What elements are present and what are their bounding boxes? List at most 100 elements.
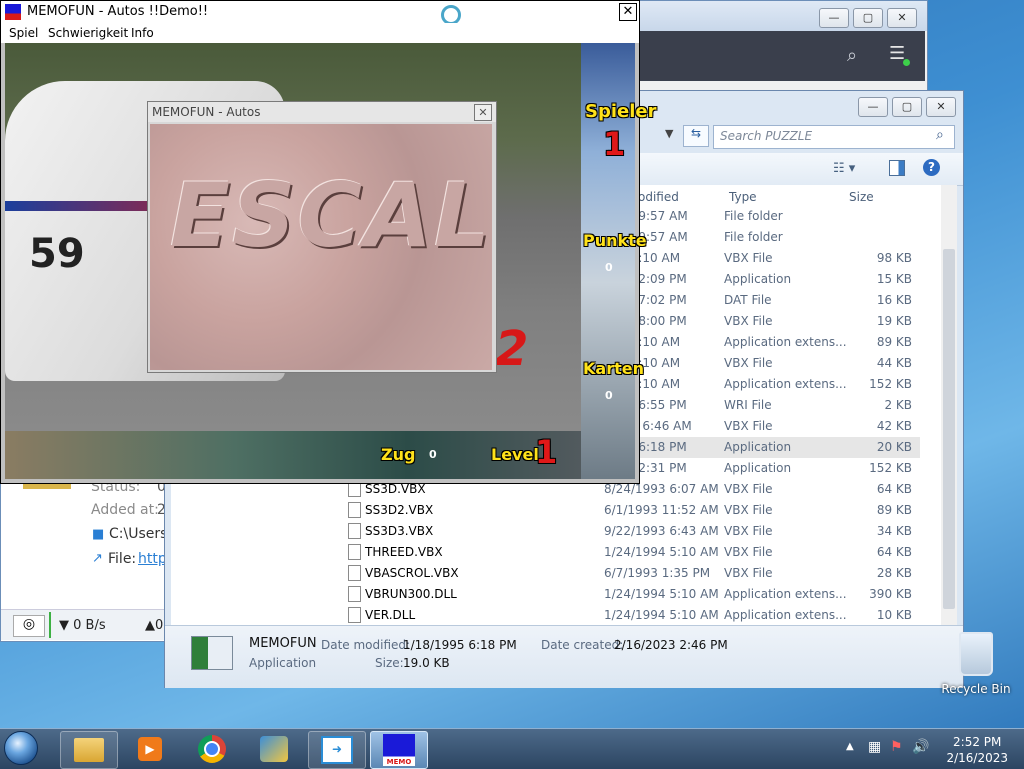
recycle-bin[interactable]: Recycle Bin	[940, 630, 1012, 700]
file-size: 152 KB	[869, 461, 912, 475]
file-type: Application extens...	[724, 377, 847, 391]
speed-limit-icon[interactable]: ◎	[13, 615, 45, 637]
table-row[interactable]: VBASCROL.VBX 6/7/1993 1:35 PM VBX File 28 K…	[346, 563, 920, 584]
file-name: VER.DLL	[365, 608, 416, 622]
game-title: MEMOFUN - Autos !!Demo!!	[27, 4, 209, 19]
file-label: File:	[108, 551, 137, 567]
scrollbar[interactable]	[941, 185, 957, 625]
taskbar-memofun[interactable]: MEMO	[370, 731, 428, 769]
close-button[interactable]: ✕	[887, 8, 917, 28]
zug-value: 0	[429, 448, 437, 461]
memofun-icon: MEMO	[383, 734, 415, 766]
online-dot-icon	[903, 59, 910, 66]
file-type: VBX File	[724, 545, 773, 559]
file-size: 152 KB	[869, 377, 912, 391]
punkte-value: 0	[605, 261, 613, 274]
upload-speed: ▲0	[145, 618, 164, 633]
external-link-icon: ↗	[92, 551, 103, 566]
file-type: File folder	[724, 209, 783, 223]
punkte-label: Punkte	[583, 231, 647, 250]
close-button[interactable]: ✕	[926, 97, 956, 117]
table-row[interactable]: SS3D3.VBX 9/22/1993 6:43 AM VBX File 34 KB	[346, 521, 920, 542]
file-name: SS3D2.VBX	[365, 503, 434, 517]
taskbar-media-player[interactable]: ▶	[122, 731, 178, 767]
download-path[interactable]: C:\Users	[109, 526, 167, 542]
file-icon	[348, 565, 361, 581]
file-type: VBX File	[724, 524, 773, 538]
volume-icon[interactable]: 🔊	[912, 739, 929, 755]
file-name: SS3D3.VBX	[365, 524, 434, 538]
taskbar: ▶ ➜ MEMO ▲ ▦ ⚑ 🔊 2:52 PM 2/16/2023	[0, 728, 1024, 769]
file-size: 34 KB	[876, 524, 912, 538]
taskbar-explorer[interactable]	[60, 731, 118, 769]
download-manager-icon: ➜	[321, 736, 353, 764]
refresh-icon[interactable]: ⇆	[683, 125, 709, 147]
folder-icon	[74, 738, 104, 762]
file-size: 64 KB	[876, 482, 912, 496]
file-date: 6/1/1993 11:52 AM	[604, 503, 719, 517]
scrollbar-thumb[interactable]	[943, 249, 955, 609]
network-icon	[260, 736, 288, 762]
file-type: WRI File	[724, 398, 772, 412]
game-titlebar: MEMOFUN - Autos !!Demo!! ✕	[1, 1, 639, 25]
taskbar-download-manager[interactable]: ➜	[308, 731, 366, 769]
maximize-button[interactable]: ▢	[892, 97, 922, 117]
minimize-button[interactable]: —	[819, 8, 849, 28]
memofun-app-icon[interactable]	[5, 4, 21, 20]
menu-schwierigkeit[interactable]: Schwierigkeit	[48, 26, 128, 40]
dialog-close-button[interactable]: ✕	[474, 104, 492, 121]
search-input[interactable]: Search PUZZLE	[720, 129, 812, 143]
start-button[interactable]	[4, 731, 48, 767]
clock-time: 2:52 PM	[953, 735, 1002, 749]
search-box[interactable]: Search PUZZLE ⌕	[713, 125, 955, 149]
network-tray-icon[interactable]: ▦	[868, 739, 881, 755]
maximize-button[interactable]: ▢	[853, 8, 883, 28]
spieler-label: Spieler	[585, 101, 657, 122]
file-size: 44 KB	[876, 356, 912, 370]
details-created-value: 2/16/2023 2:46 PM	[614, 638, 728, 652]
file-name: THREED.VBX	[365, 545, 443, 559]
windows-start-icon	[4, 731, 38, 765]
file-type: VBX File	[724, 251, 773, 265]
details-size-label: Size:	[375, 656, 404, 670]
close-button[interactable]: ✕	[619, 3, 637, 21]
file-type: Application extens...	[724, 587, 847, 601]
menu-spiel[interactable]: Spiel	[9, 26, 38, 40]
view-options-icon[interactable]: ☷ ▾	[833, 161, 855, 176]
file-type: VBX File	[724, 419, 773, 433]
level-value: 1	[535, 433, 558, 471]
details-pane: MEMOFUN Application Date modified: 1/18/…	[165, 625, 963, 688]
application-icon	[191, 636, 233, 670]
minimize-button[interactable]: —	[858, 97, 888, 117]
download-statusbar: ◎ ▼ 0 B/s ▲0	[1, 609, 171, 640]
table-row[interactable]: THREED.VBX 1/24/1994 5:10 AM VBX File 64 KB	[346, 542, 920, 563]
address-dropdown-icon[interactable]: ▼	[665, 127, 673, 140]
help-icon[interactable]: ?	[923, 159, 940, 176]
file-icon	[348, 607, 361, 623]
file-size: 16 KB	[876, 293, 912, 307]
preview-pane-icon[interactable]	[889, 160, 905, 176]
file-size: 89 KB	[876, 503, 912, 517]
details-created-label: Date created:	[541, 638, 624, 652]
game-menubar: Spiel Schwierigkeit Info	[1, 23, 639, 43]
taskbar-chrome[interactable]	[184, 731, 240, 767]
menu-info[interactable]: Info	[131, 26, 154, 40]
search-icon[interactable]: ⌕	[936, 127, 944, 143]
download-speed-value: 0 B/s	[73, 618, 106, 633]
file-name: VBASCROL.VBX	[365, 566, 459, 580]
show-hidden-icons[interactable]: ▲	[846, 741, 854, 752]
table-row[interactable]: VBRUN300.DLL 1/24/1994 5:10 AM Application…	[346, 584, 920, 605]
file-size: 20 KB	[876, 440, 912, 454]
file-icon	[348, 586, 361, 602]
search-icon[interactable]: ⌕	[847, 45, 857, 66]
taskbar-network-app[interactable]	[246, 731, 302, 767]
dialog-titlebar: MEMOFUN - Autos ✕	[148, 102, 496, 122]
escal-logo: ESCAL	[170, 164, 493, 267]
file-size: 15 KB	[876, 272, 912, 286]
action-center-icon[interactable]: ⚑	[890, 739, 903, 755]
marble-background: ESCAL	[150, 124, 492, 370]
table-row[interactable]: SS3D2.VBX 6/1/1993 11:52 AM VBX File 89 KB	[346, 500, 920, 521]
table-row[interactable]: VER.DLL 1/24/1994 5:10 AM Application exte…	[346, 605, 920, 626]
file-date: 1/24/1994 5:10 AM	[604, 587, 719, 601]
clock[interactable]: 2:52 PM 2/16/2023	[946, 734, 1008, 766]
